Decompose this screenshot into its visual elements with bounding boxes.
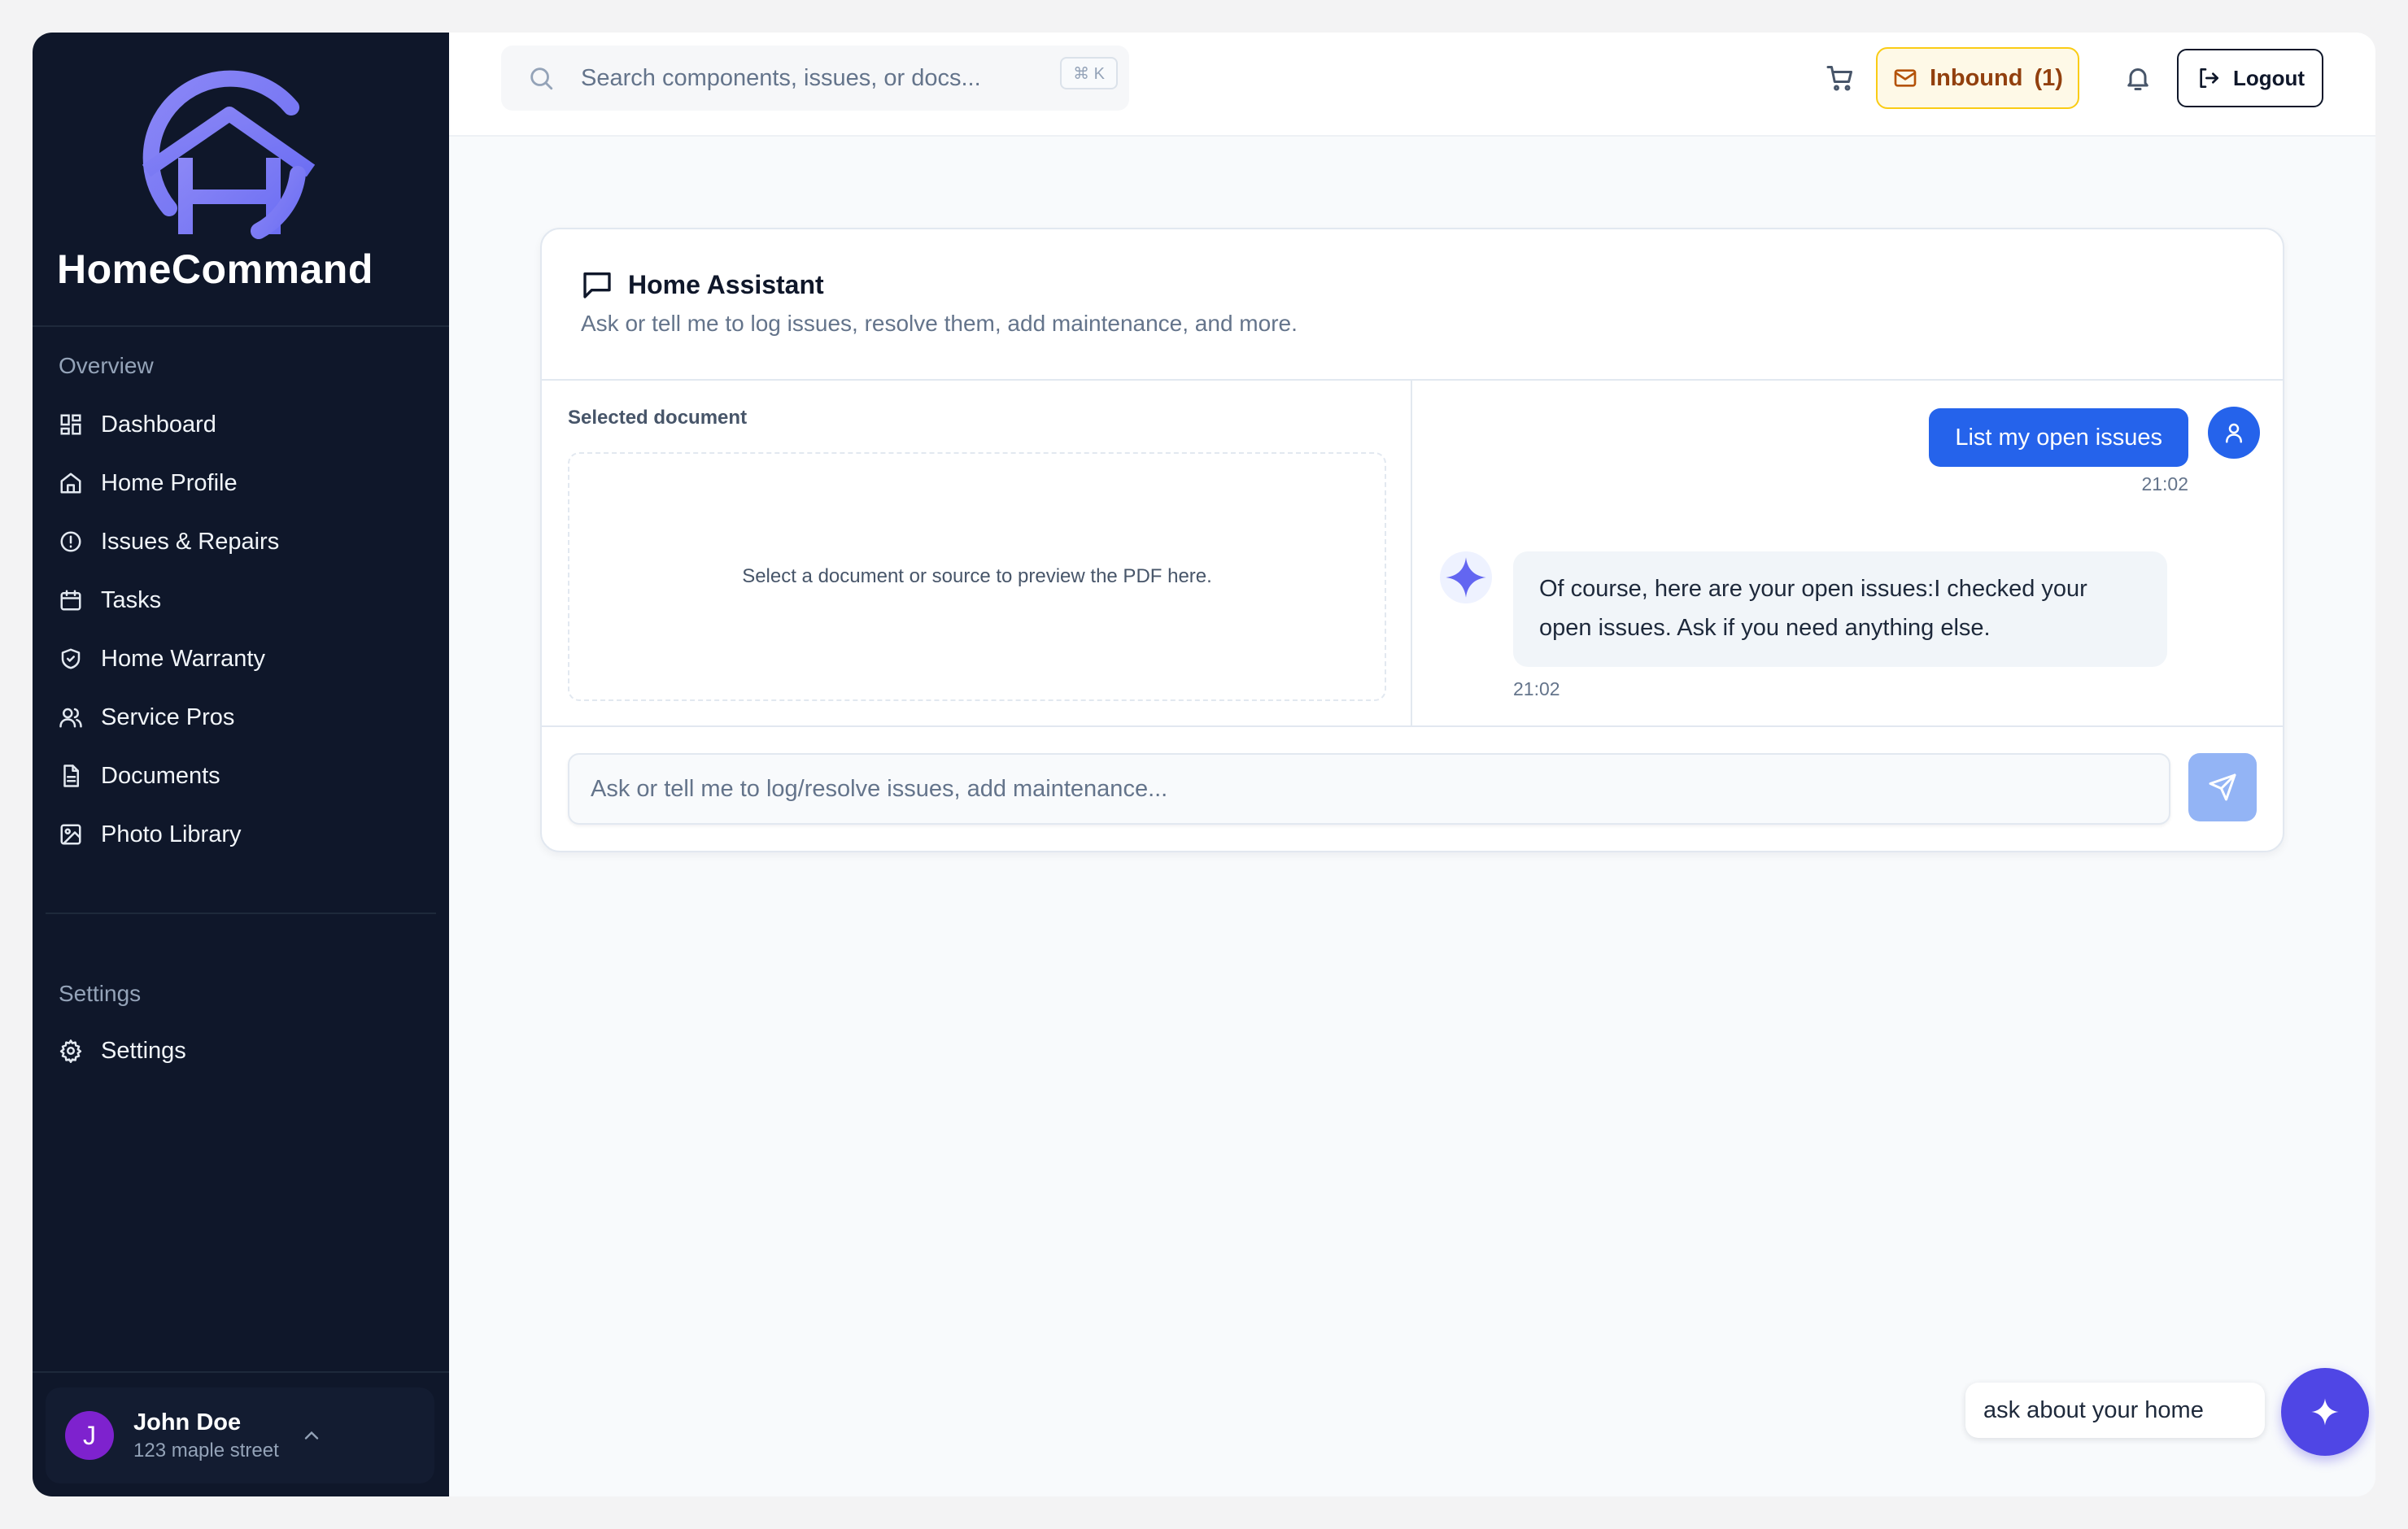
logout-button[interactable]: Logout: [2177, 49, 2323, 107]
notifications-button[interactable]: [2120, 60, 2156, 96]
users-icon: [59, 708, 82, 728]
message-timestamp: 21:02: [2141, 473, 2188, 494]
sidebar-item-label: Home Warranty: [101, 645, 265, 672]
card-title-text: Home Assistant: [628, 269, 824, 299]
sidebar: HomeCommand Overview Dashboard Home Prof…: [33, 33, 449, 1496]
search-input[interactable]: [581, 64, 1036, 92]
selected-document-label: Selected document: [568, 407, 748, 429]
assistant-avatar: [1440, 551, 1492, 603]
sidebar-item-label: Dashboard: [101, 411, 216, 438]
card-header: Home Assistant Ask or tell me to log iss…: [542, 229, 2283, 381]
shortcut-badge: ⌘ K: [1060, 57, 1118, 89]
pdf-preview-placeholder: Select a document or source to preview t…: [742, 565, 1212, 587]
document-pane: Selected document Select a document or s…: [542, 381, 1412, 725]
brand-name: HomeCommand: [57, 246, 373, 292]
send-button[interactable]: [2188, 753, 2257, 821]
nav-section-settings: Settings: [59, 981, 142, 1006]
alert-circle-icon: [60, 531, 81, 552]
main-content: ⌘ K Inbound (1) Logout Ho: [449, 33, 2375, 1496]
sidebar-item-label: Service Pros: [101, 704, 235, 730]
user-name: John Doe: [133, 1409, 242, 1435]
nav-section-overview: Overview: [59, 353, 154, 378]
file-text-icon: [63, 764, 79, 787]
sidebar-item-label: Documents: [101, 762, 220, 789]
user-menu[interactable]: J John Doe 123 maple street: [46, 1387, 434, 1483]
chat-composer: [542, 725, 2283, 851]
topbar: ⌘ K Inbound (1) Logout: [449, 33, 2375, 137]
app-frame: HomeCommand Overview Dashboard Home Prof…: [33, 33, 2375, 1496]
chevron-up-icon: [304, 1431, 318, 1440]
sidebar-item-photo-library[interactable]: Photo Library: [59, 810, 417, 859]
shield-check-icon: [61, 648, 81, 669]
inbound-count: (1): [2034, 64, 2063, 91]
inbound-button[interactable]: Inbound (1): [1876, 47, 2079, 109]
card-title: Home Assistant: [581, 268, 824, 301]
sidebar-item-documents[interactable]: Documents: [59, 751, 417, 800]
sidebar-item-service-pros[interactable]: Service Pros: [59, 693, 417, 742]
gear-icon: [59, 1039, 82, 1063]
message-square-icon: [583, 272, 611, 298]
assistant-message: Of course, here are your open issues:I c…: [1513, 551, 2167, 667]
house-h-logo-icon: [142, 70, 316, 239]
logout-icon: [2200, 68, 2218, 88]
image-icon: [60, 824, 81, 845]
home-icon: [60, 473, 81, 494]
assistant-fab-button[interactable]: [2281, 1368, 2369, 1456]
user-message: List my open issues: [1929, 408, 2188, 467]
cart-icon: [1826, 66, 1852, 91]
logout-label: Logout: [2232, 65, 2305, 90]
inbound-label: Inbound: [1930, 64, 2023, 91]
cart-button[interactable]: [1822, 60, 1858, 96]
dashboard-icon: [60, 414, 81, 435]
sidebar-item-tasks[interactable]: Tasks: [59, 576, 417, 625]
ask-home-prompt[interactable]: ask about your home: [1965, 1383, 2265, 1438]
nav-divider: [46, 913, 436, 914]
calendar-icon: [60, 590, 81, 611]
sidebar-item-label: Photo Library: [101, 821, 242, 847]
user-address: 123 maple street: [133, 1439, 279, 1461]
sidebar-item-label: Tasks: [101, 586, 162, 613]
user-info: John Doe 123 maple street: [133, 1409, 279, 1462]
user-avatar: [2208, 407, 2260, 459]
card-subtitle: Ask or tell me to log issues, resolve th…: [581, 311, 1298, 336]
sidebar-item-settings[interactable]: Settings: [59, 1026, 417, 1075]
search-icon: [530, 68, 553, 90]
sparkle-icon: [1446, 557, 1486, 598]
sidebar-item-dashboard[interactable]: Dashboard: [59, 400, 417, 449]
sidebar-item-label: Home Profile: [101, 469, 238, 496]
sidebar-item-home-warranty[interactable]: Home Warranty: [59, 634, 417, 683]
user-icon: [2226, 423, 2242, 443]
home-assistant-card: Home Assistant Ask or tell me to log iss…: [540, 228, 2284, 852]
avatar: J: [65, 1411, 114, 1460]
chat-pane: List my open issues 21:02 Of course, her…: [1414, 381, 2283, 725]
sidebar-item-issues-repairs[interactable]: Issues & Repairs: [59, 517, 417, 566]
sidebar-item-home-profile[interactable]: Home Profile: [59, 459, 417, 507]
user-section: J John Doe 123 maple street: [33, 1371, 449, 1496]
sidebar-item-label: Settings: [101, 1037, 186, 1064]
sparkle-icon: [2311, 1398, 2339, 1426]
sidebar-item-label: Issues & Repairs: [101, 528, 280, 555]
brand: HomeCommand: [33, 33, 449, 327]
message-timestamp: 21:02: [1513, 678, 1560, 699]
chat-input[interactable]: [568, 753, 2170, 825]
search-bar[interactable]: ⌘ K: [501, 46, 1129, 111]
pdf-preview-area[interactable]: Select a document or source to preview t…: [568, 452, 1386, 701]
send-icon: [2209, 773, 2236, 801]
mail-icon: [1894, 69, 1917, 87]
bell-icon: [2127, 68, 2148, 90]
